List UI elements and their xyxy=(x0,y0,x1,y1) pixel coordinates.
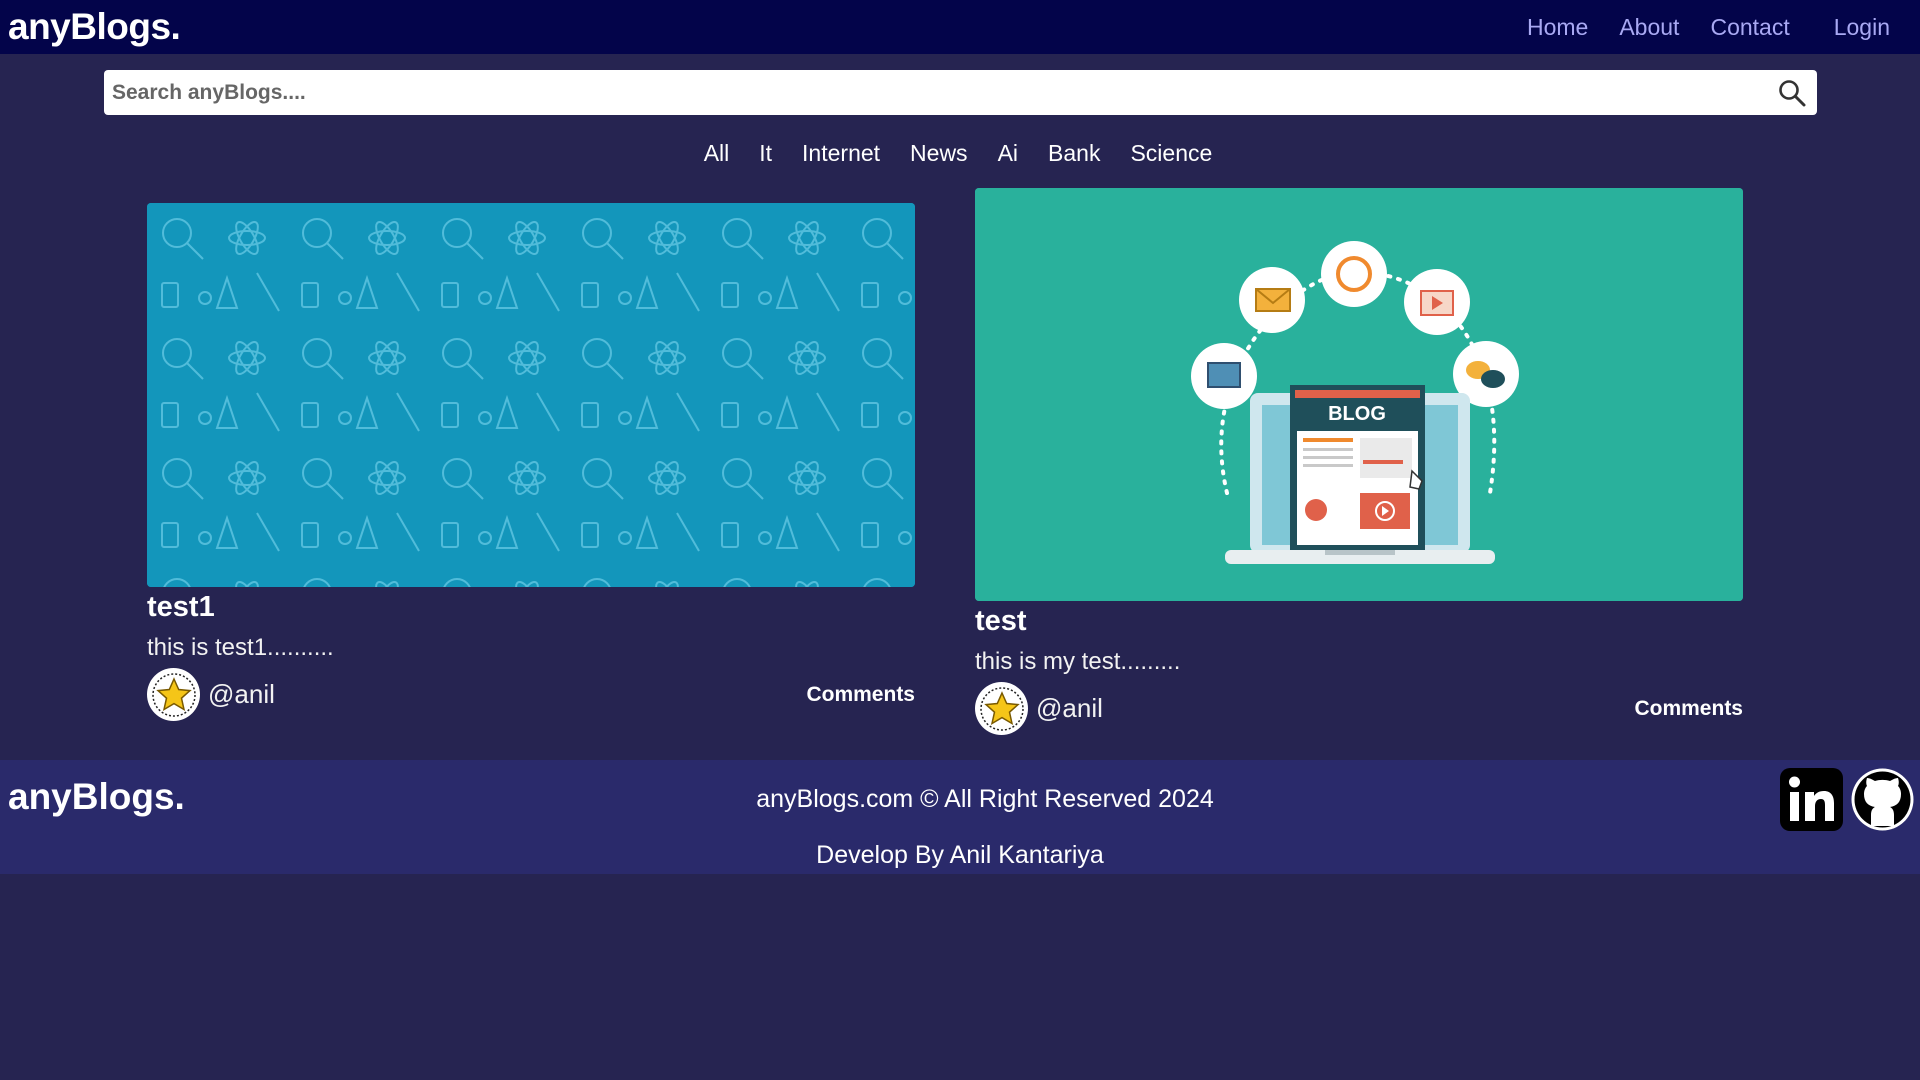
post-description: this is test1.......... xyxy=(147,634,334,661)
comments-link[interactable]: Comments xyxy=(1634,697,1743,721)
post-title[interactable]: test xyxy=(975,605,1743,638)
author-handle: @anil xyxy=(208,679,275,709)
nav-contact-link[interactable]: Contact xyxy=(1710,14,1789,41)
comments-link[interactable]: Comments xyxy=(806,683,915,707)
post-image-blog-illustration[interactable]: BLOG xyxy=(975,188,1743,601)
category-bank[interactable]: Bank xyxy=(1048,140,1100,167)
search-bar xyxy=(104,70,1817,115)
brand-logo[interactable]: anyBlogs. xyxy=(8,6,181,48)
category-it[interactable]: It xyxy=(759,140,772,167)
svg-text:BLOG: BLOG xyxy=(1328,403,1386,425)
nav-about-link[interactable]: About xyxy=(1619,14,1679,41)
post-card: test1 this is test1.......... @anil Comm… xyxy=(147,203,915,721)
search-input[interactable] xyxy=(112,80,1775,105)
nav-home-link[interactable]: Home xyxy=(1527,14,1588,41)
category-science[interactable]: Science xyxy=(1130,140,1212,167)
star-icon xyxy=(979,686,1024,731)
search-button[interactable] xyxy=(1775,76,1809,110)
search-icon xyxy=(1779,79,1806,106)
post-footer: @anil Comments xyxy=(975,682,1743,735)
post-author: @anil xyxy=(975,682,1103,735)
category-tabs: All It Internet News Ai Bank Science xyxy=(0,140,1920,167)
post-footer: @anil Comments xyxy=(147,668,915,721)
blog-illustration-image: BLOG xyxy=(975,188,1743,601)
social-links xyxy=(1772,768,1914,831)
post-card: BLOG test this is my test......... @anil… xyxy=(975,188,1743,735)
avatar xyxy=(975,682,1028,735)
post-title[interactable]: test1 xyxy=(147,591,915,624)
star-icon xyxy=(151,672,196,717)
author-handle: @anil xyxy=(1036,693,1103,723)
post-author: @anil xyxy=(147,668,275,721)
linkedin-icon[interactable] xyxy=(1780,768,1843,831)
post-image-science-pattern[interactable] xyxy=(147,203,915,587)
category-internet[interactable]: Internet xyxy=(802,140,880,167)
developer-credit: Develop By Anil Kantariya xyxy=(816,841,1104,869)
nav-links: Home About Contact Login xyxy=(1496,14,1912,41)
footer: anyBlogs. anyBlogs.com © All Right Reser… xyxy=(0,760,1920,874)
avatar xyxy=(147,668,200,721)
category-all[interactable]: All xyxy=(704,140,730,167)
copyright-text: anyBlogs.com © All Right Reserved 2024 xyxy=(756,785,1214,813)
science-pattern-image xyxy=(147,203,915,587)
nav-login-link[interactable]: Login xyxy=(1834,14,1890,41)
navbar: anyBlogs. Home About Contact Login xyxy=(0,0,1920,54)
category-ai[interactable]: Ai xyxy=(998,140,1018,167)
github-icon[interactable] xyxy=(1851,768,1914,831)
post-description: this is my test......... xyxy=(975,648,1181,675)
category-news[interactable]: News xyxy=(910,140,968,167)
